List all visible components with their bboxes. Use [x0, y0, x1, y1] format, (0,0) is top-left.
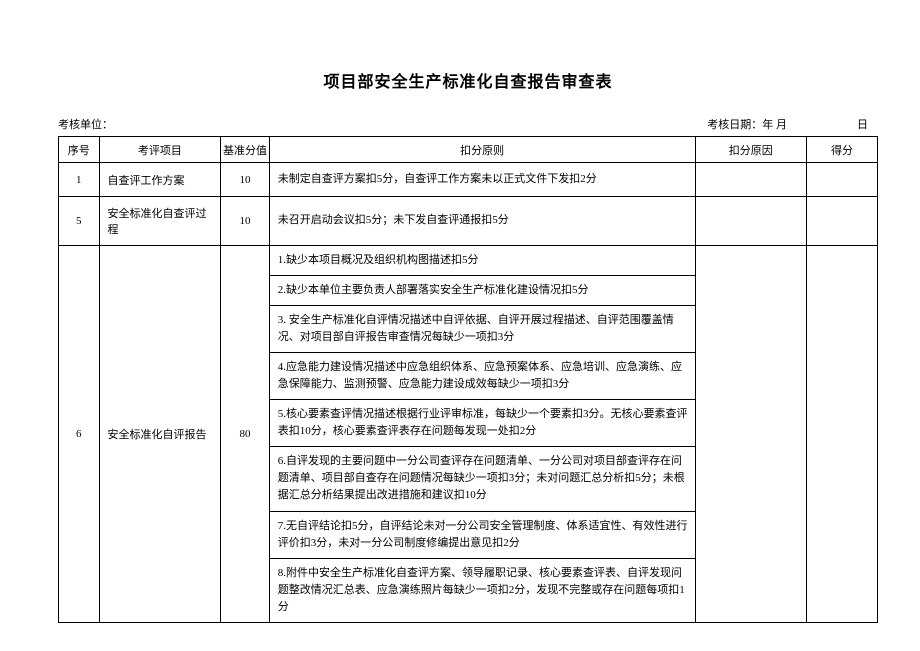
- rule-item: 2.缺少本单位主要负责人部署落实安全生产标准化建设情况扣5分: [270, 276, 695, 305]
- hdr-reason: 扣分原因: [695, 137, 806, 163]
- meta-date: 考核日期：年 月 日: [707, 116, 878, 132]
- rule-item: 4.应急能力建设情况描述中应急组织体系、应急预案体系、应急培训、应急演练、应急保…: [270, 353, 695, 399]
- cell-reason: [695, 197, 806, 246]
- rule-item: 8.附件中安全生产标准化自查评方案、领导履职记录、核心要素查评表、自评发现问题整…: [270, 559, 695, 622]
- doc-title: 项目部安全生产标准化自查报告审查表: [58, 68, 878, 92]
- page: 项目部安全生产标准化自查报告审查表 考核单位： 考核日期：年 月 日 序号 考评项…: [58, 68, 878, 623]
- cell-reason: [695, 163, 806, 197]
- table-row: 6 安全标准化自评报告 80 1.缺少本项目概况及组织机构图描述扣5分 2.缺少…: [59, 246, 878, 623]
- cell-item: 安全标准化自评报告: [99, 246, 221, 623]
- date-label: 考核日期：: [707, 119, 762, 131]
- unit-label: 考核单位：: [58, 119, 113, 131]
- cell-seq: 5: [59, 197, 100, 246]
- rule-item: 7.无自评结论扣5分，自评结论未对一分公司安全管理制度、体系适宜性、有效性进行评…: [270, 512, 695, 558]
- cell-rule: 未制定自查评方案扣5分，自查评工作方案未以正式文件下发扣2分: [269, 163, 695, 197]
- cell-item: 自查评工作方案: [99, 163, 221, 197]
- hdr-score: 得分: [806, 137, 877, 163]
- rule-item: 3. 安全生产标准化自评情况描述中自评依据、自评开展过程描述、自评范围覆盖情况、…: [270, 306, 695, 352]
- cell-seq: 1: [59, 163, 100, 197]
- cell-base: 10: [221, 197, 270, 246]
- hdr-seq: 序号: [59, 137, 100, 163]
- cell-rule: 未召开启动会议扣5分；未下发自查评通报扣5分: [269, 197, 695, 246]
- table-row: 5 安全标准化自查评过程 10 未召开启动会议扣5分；未下发自查评通报扣5分: [59, 197, 878, 246]
- meta-row: 考核单位： 考核日期：年 月 日: [58, 116, 878, 132]
- header-row: 序号 考评项目 基准分值 扣分原则 扣分原因 得分: [59, 137, 878, 163]
- rule-item: 1.缺少本项目概况及组织机构图描述扣5分: [270, 246, 695, 275]
- rule-item: 6.自评发现的主要问题中一分公司查评存在问题清单、一分公司对项目部查评存在问题清…: [270, 447, 695, 510]
- cell-score: [806, 197, 877, 246]
- table-row: 1 自查评工作方案 10 未制定自查评方案扣5分，自查评工作方案未以正式文件下发…: [59, 163, 878, 197]
- inner-rules-table: 1.缺少本项目概况及组织机构图描述扣5分 2.缺少本单位主要负责人部署落实安全生…: [270, 246, 695, 622]
- rule-item: 5.核心要素查评情况描述根据行业评审标准，每缺少一个要素扣3分。无核心要素查评表…: [270, 400, 695, 446]
- meta-unit: 考核单位：: [58, 116, 115, 132]
- hdr-base: 基准分值: [221, 137, 270, 163]
- cell-base: 10: [221, 163, 270, 197]
- cell-seq: 6: [59, 246, 100, 623]
- cell-reason: [695, 246, 806, 623]
- hdr-rule: 扣分原则: [269, 137, 695, 163]
- date-ym: 年 月: [762, 119, 787, 131]
- date-day: 日: [857, 119, 868, 131]
- cell-score: [806, 163, 877, 197]
- cell-item: 安全标准化自查评过程: [99, 197, 221, 246]
- hdr-item: 考评项目: [99, 137, 221, 163]
- cell-rule-group: 1.缺少本项目概况及组织机构图描述扣5分 2.缺少本单位主要负责人部署落实安全生…: [269, 246, 695, 623]
- cell-base: 80: [221, 246, 270, 623]
- review-table: 序号 考评项目 基准分值 扣分原则 扣分原因 得分 1 自查评工作方案 10 未…: [58, 136, 878, 623]
- cell-score: [806, 246, 877, 623]
